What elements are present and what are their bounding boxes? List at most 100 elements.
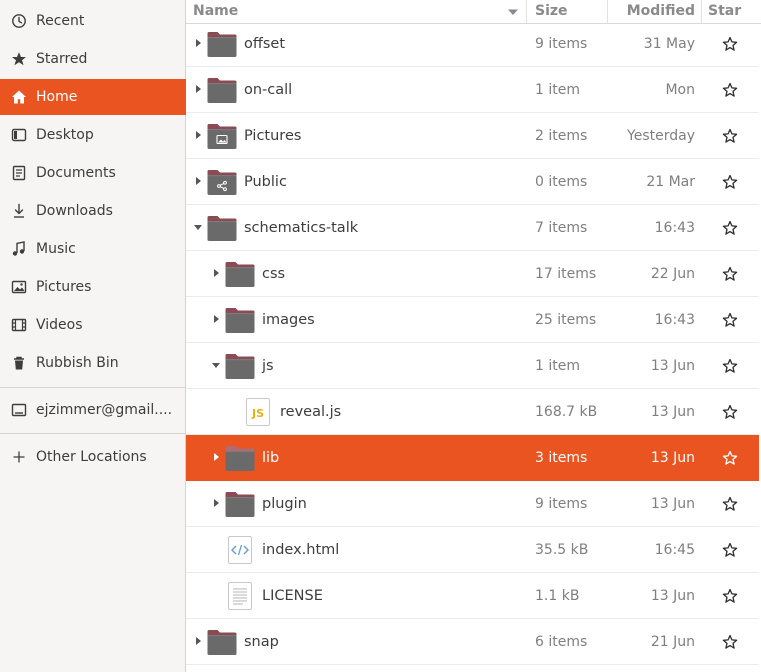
star-outline-icon[interactable] xyxy=(722,404,738,420)
trash-icon xyxy=(10,354,28,372)
file-row[interactable]: offset 9 items 31 May xyxy=(186,21,759,67)
file-name: plugin xyxy=(262,496,307,512)
star-outline-icon[interactable] xyxy=(722,542,738,558)
star-outline-icon[interactable] xyxy=(722,82,738,98)
star-outline-icon[interactable] xyxy=(722,220,738,236)
star-outline-icon[interactable] xyxy=(722,634,738,650)
column-header-modified[interactable]: Modified xyxy=(607,0,701,23)
expander-collapsed-icon[interactable] xyxy=(211,314,221,324)
column-header-name[interactable]: Name xyxy=(186,0,526,23)
file-name: index.html xyxy=(262,542,340,558)
file-row[interactable]: lib 3 items 13 Jun xyxy=(186,435,759,481)
recent-clock-icon xyxy=(10,12,28,30)
expander-collapsed-icon[interactable] xyxy=(193,176,203,186)
folder-icon xyxy=(224,350,256,382)
column-header-modified-label: Modified xyxy=(626,3,695,19)
file-row[interactable]: Public 0 items 21 Mar xyxy=(186,159,759,205)
sidebar-separator xyxy=(0,387,186,388)
public-folder-icon xyxy=(206,166,238,198)
sidebar-item-label: Desktop xyxy=(36,127,94,143)
folder-icon xyxy=(206,626,238,658)
expander-collapsed-icon[interactable] xyxy=(211,268,221,278)
star-outline-icon[interactable] xyxy=(722,266,738,282)
sidebar-item-documents[interactable]: Documents xyxy=(0,155,186,191)
column-header-size[interactable]: Size xyxy=(526,0,607,23)
star-outline-icon[interactable] xyxy=(722,496,738,512)
star-outline-icon[interactable] xyxy=(722,588,738,604)
expander-collapsed-icon[interactable] xyxy=(211,452,221,462)
star-outline-icon[interactable] xyxy=(722,128,738,144)
sidebar-item-label: Downloads xyxy=(36,203,113,219)
sidebar-item-rubbish-bin[interactable]: Rubbish Bin xyxy=(0,345,186,381)
folder-icon xyxy=(206,74,238,106)
file-name: images xyxy=(262,312,315,328)
sidebar-item-label: Documents xyxy=(36,165,116,181)
star-outline-icon[interactable] xyxy=(722,174,738,190)
file-modified: 13 Jun xyxy=(650,496,695,512)
sidebar-item-other-locations[interactable]: Other Locations xyxy=(0,439,186,475)
sidebar-item-starred[interactable]: Starred xyxy=(0,41,186,77)
svg-text:JS: JS xyxy=(251,407,264,420)
sidebar-item-recent[interactable]: Recent xyxy=(0,3,186,39)
file-row[interactable]: images 25 items 16:43 xyxy=(186,297,759,343)
file-modified: 21 Jun xyxy=(650,634,695,650)
sidebar-item-label: Pictures xyxy=(36,279,92,295)
column-header-size-label: Size xyxy=(535,3,568,19)
star-outline-icon[interactable] xyxy=(722,312,738,328)
expander-collapsed-icon[interactable] xyxy=(211,498,221,508)
sidebar-item-pictures[interactable]: Pictures xyxy=(0,269,186,305)
expander-collapsed-icon[interactable] xyxy=(193,84,203,94)
file-modified: 21 Mar xyxy=(646,174,695,190)
expander-collapsed-icon[interactable] xyxy=(193,636,203,646)
file-modified: 16:45 xyxy=(654,542,695,558)
file-row[interactable]: js 1 item 13 Jun xyxy=(186,343,759,389)
file-row[interactable]: schematics-talk 7 items 16:43 xyxy=(186,205,759,251)
javascript-file-icon: JS xyxy=(242,396,274,428)
sidebar-item-videos[interactable]: Videos xyxy=(0,307,186,343)
file-size: 1 item xyxy=(535,82,580,98)
file-row[interactable]: on-call 1 item Mon xyxy=(186,67,759,113)
file-row[interactable]: LICENSE 1.1 kB 13 Jun xyxy=(186,573,759,619)
online-account-icon xyxy=(10,401,28,419)
file-row[interactable]: css 17 items 22 Jun xyxy=(186,251,759,297)
star-outline-icon[interactable] xyxy=(722,358,738,374)
star-outline-icon[interactable] xyxy=(722,36,738,52)
file-row[interactable]: snap 6 items 21 Jun xyxy=(186,619,759,665)
downloads-icon xyxy=(10,202,28,220)
expander-collapsed-icon[interactable] xyxy=(193,38,203,48)
expander-expanded-icon[interactable] xyxy=(211,360,221,370)
sidebar-item-label: Music xyxy=(36,241,76,257)
expander-collapsed-icon[interactable] xyxy=(193,130,203,140)
pictures-icon xyxy=(10,278,28,296)
file-modified: 16:43 xyxy=(654,312,695,328)
sidebar-item-label: Home xyxy=(36,89,78,105)
file-name: lib xyxy=(262,450,280,466)
file-size: 1.1 kB xyxy=(535,588,580,604)
column-header-star[interactable]: Star xyxy=(701,0,761,23)
star-outline-icon[interactable] xyxy=(722,450,738,466)
column-header-name-label: Name xyxy=(193,3,239,19)
file-list-view: Name Size Modified Star offset 9 items 31 … xyxy=(186,0,761,672)
file-size: 168.7 kB xyxy=(535,404,598,420)
file-row[interactable]: JS reveal.js 168.7 kB 13 Jun xyxy=(186,389,759,435)
sidebar-item-music[interactable]: Music xyxy=(0,231,186,267)
sidebar-item-account[interactable]: ejzimmer@gmail.... xyxy=(0,392,186,428)
file-size: 7 items xyxy=(535,220,588,236)
expander-expanded-icon[interactable] xyxy=(193,222,203,232)
file-size: 17 items xyxy=(535,266,597,282)
sidebar-item-home[interactable]: Home xyxy=(0,79,186,115)
file-row[interactable]: index.html 35.5 kB 16:45 xyxy=(186,527,759,573)
sidebar-item-downloads[interactable]: Downloads xyxy=(0,193,186,229)
sidebar-item-label: Starred xyxy=(36,51,88,67)
file-row[interactable]: Pictures 2 items Yesterday xyxy=(186,113,759,159)
file-size: 9 items xyxy=(535,36,588,52)
sort-descending-icon xyxy=(508,8,518,16)
home-icon xyxy=(10,88,28,106)
sidebar-separator xyxy=(0,433,186,434)
desktop-icon xyxy=(10,126,28,144)
sidebar-item-label: ejzimmer@gmail.... xyxy=(36,402,173,418)
file-row[interactable]: plugin 9 items 13 Jun xyxy=(186,481,759,527)
file-size: 2 items xyxy=(535,128,588,144)
sidebar-item-desktop[interactable]: Desktop xyxy=(0,117,186,153)
file-modified: Yesterday xyxy=(627,128,695,144)
